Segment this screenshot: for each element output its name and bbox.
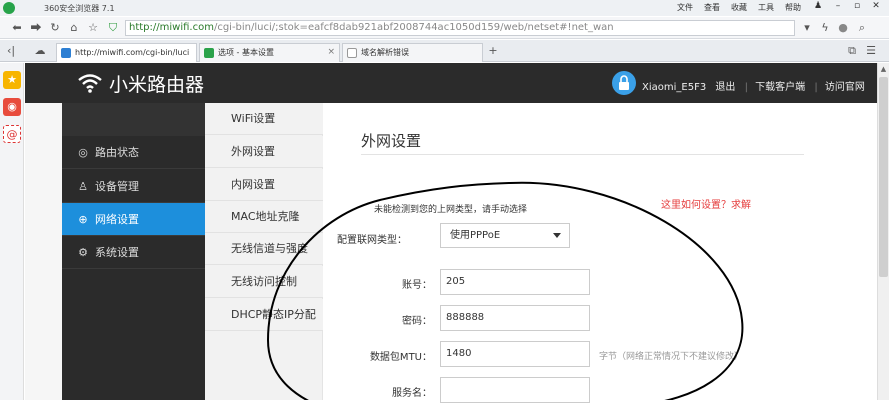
address-host: http://miwifi.com	[129, 22, 214, 33]
account-input[interactable]: 205	[440, 269, 590, 295]
browser-title: 360安全浏览器 7.1	[44, 4, 115, 13]
shield-icon: ⛉	[108, 21, 118, 34]
subnav-mac-clone[interactable]: MAC地址克隆	[205, 201, 323, 233]
dropdown-chevron-icon[interactable]: ▾	[800, 21, 814, 35]
nav-label: 网络设置	[95, 213, 139, 226]
subnav-dhcp-static[interactable]: DHCP静态IP分配	[205, 299, 323, 331]
official-site-link[interactable]: 访问官网	[825, 82, 865, 93]
connection-type-select[interactable]: 使用PPPoE	[440, 223, 570, 248]
maximize-icon[interactable]: ▫	[849, 1, 865, 14]
help-link[interactable]: 这里如何设置？求解	[661, 196, 751, 211]
download-client-link[interactable]: 下载客户端	[755, 82, 805, 93]
options-icon	[204, 48, 214, 58]
menu-view[interactable]: 查看	[704, 2, 720, 13]
mtu-label: 数据包MTU：	[369, 352, 432, 363]
main-sidebar: ◎ 路由状态 ♙ 设备管理 ⊕ 网络设置 ⚙ 系统设置	[62, 103, 205, 400]
restore-tabs-icon[interactable]: ⧉	[845, 44, 859, 58]
password-label: 密码：	[402, 316, 432, 327]
subnav-access-control[interactable]: 无线访问控制	[205, 266, 323, 298]
scroll-up-icon[interactable]: ▲	[879, 65, 888, 75]
router-header: 小米路由器 Xiaomi_E5F3 退出 | 下载客户端 | 访问官网	[25, 63, 877, 103]
scroll-thumb[interactable]	[879, 77, 888, 277]
nav-label: 路由状态	[95, 146, 139, 159]
lock-icon	[612, 71, 636, 95]
subnav-wan[interactable]: 外网设置	[205, 136, 323, 168]
menu-help[interactable]: 帮助	[785, 2, 801, 13]
sub-menu: WiFi设置 外网设置 内网设置 MAC地址克隆 无线信道与强度 无线访问控制 …	[205, 103, 323, 400]
mtu-input[interactable]: 1480	[440, 341, 590, 367]
account-label: 账号：	[402, 280, 432, 291]
star-icon[interactable]: ★	[3, 71, 21, 89]
router-brand: 小米路由器	[109, 74, 205, 96]
page-title: 外网设置	[361, 132, 422, 150]
globe-icon: ⊕	[78, 213, 88, 226]
password-input[interactable]: 888888	[440, 305, 590, 331]
tab-router[interactable]: http://miwifi.com/cgi-bin/luci	[56, 43, 197, 62]
caret-down-icon	[553, 233, 561, 238]
nav-router-status[interactable]: ◎ 路由状态	[62, 136, 205, 169]
nav-label: 设备管理	[95, 180, 139, 193]
minimize-icon[interactable]: –	[830, 1, 846, 14]
mtu-unit-hint: 字节（网络正常情况下不建议修改）	[599, 352, 744, 362]
email-icon[interactable]: @	[3, 125, 21, 143]
user-icon: ♙	[78, 180, 88, 193]
browser-navbar: ⬅ ⮕ ↻ ⌂ ☆ ⛉ http://miwifi.com/cgi-bin/lu…	[0, 17, 889, 39]
nav-label: 系统设置	[95, 246, 139, 259]
menu-file[interactable]: 文件	[677, 2, 693, 13]
page-margin	[25, 103, 62, 400]
back-arrow-icon[interactable]: ⬅	[10, 21, 24, 35]
service-input[interactable]	[440, 377, 590, 403]
scrollbar[interactable]: ▲	[877, 63, 889, 400]
main-content: 外网设置 未能检测到您的上网类型，请手动选择 这里如何设置？求解 配置联网类型：…	[323, 103, 877, 403]
collapse-sidebar-icon[interactable]: ‹|	[4, 44, 18, 58]
skin-icon[interactable]: ♟	[810, 1, 826, 14]
gear-icon: ⚙	[78, 246, 88, 259]
tab-close-icon[interactable]: ×	[327, 44, 335, 61]
search-icon[interactable]: ⌕	[855, 21, 869, 35]
tab-label: http://miwifi.com/cgi-bin/luci	[75, 48, 190, 57]
tab-label: 域名解析错误	[361, 48, 409, 57]
menu-favorites[interactable]: 收藏	[731, 2, 747, 13]
browser-sidebar: ★ ◉ @	[0, 63, 24, 400]
forward-arrow-icon[interactable]: ⮕	[29, 21, 43, 35]
tab-label: 选项 - 基本设置	[218, 48, 274, 57]
address-path: /cgi-bin/luci/;stok=eafcf8dab921abf20087…	[213, 22, 614, 33]
search-engine-icon[interactable]: ●	[836, 21, 850, 35]
page-icon	[61, 48, 71, 58]
subnav-wifi[interactable]: WiFi设置	[205, 103, 323, 135]
title-divider	[361, 154, 804, 155]
status-icon: ◎	[78, 146, 88, 159]
tab-options[interactable]: 选项 - 基本设置 ×	[199, 43, 340, 62]
service-label: 服务名：	[392, 388, 432, 399]
cloud-icon[interactable]: ☁	[33, 44, 47, 58]
tab-bar: ‹| ☁ http://miwifi.com/cgi-bin/luci 选项 -…	[0, 40, 889, 62]
sidebar-top	[62, 103, 205, 136]
nav-device-management[interactable]: ♙ 设备管理	[62, 170, 205, 203]
close-icon[interactable]: ✕	[868, 1, 884, 14]
home-icon[interactable]: ⌂	[67, 21, 81, 35]
address-bar[interactable]: http://miwifi.com/cgi-bin/luci/;stok=eaf…	[125, 20, 795, 36]
new-tab-icon[interactable]: +	[486, 44, 500, 58]
nav-network-settings[interactable]: ⊕ 网络设置	[62, 203, 205, 236]
device-name: Xiaomi_E5F3	[642, 82, 707, 93]
nav-system-settings[interactable]: ⚙ 系统设置	[62, 236, 205, 269]
browser-logo-icon	[3, 2, 15, 14]
page-icon	[347, 48, 357, 58]
tab-dns-error[interactable]: 域名解析错误	[342, 43, 483, 62]
tab-list-icon[interactable]: ☰	[864, 44, 878, 58]
browser-titlebar: 360安全浏览器 7.1 文件 查看 收藏 工具 帮助 ♟ – ▫ ✕	[0, 0, 889, 16]
logout-link[interactable]: 退出	[715, 82, 735, 93]
subnav-channel[interactable]: 无线信道与强度	[205, 233, 323, 265]
subnav-lan[interactable]: 内网设置	[205, 169, 323, 201]
type-label: 配置联网类型：	[337, 235, 407, 246]
lightning-icon[interactable]: ϟ	[818, 21, 832, 35]
wifi-logo-icon	[78, 74, 102, 93]
detect-notice: 未能检测到您的上网类型，请手动选择	[374, 205, 528, 215]
weibo-icon[interactable]: ◉	[3, 98, 21, 116]
header-links: Xiaomi_E5F3 退出 | 下载客户端 | 访问官网	[642, 82, 865, 93]
favorite-star-icon[interactable]: ☆	[86, 21, 100, 35]
menu-tools[interactable]: 工具	[758, 2, 774, 13]
reload-icon[interactable]: ↻	[48, 21, 62, 35]
select-value: 使用PPPoE	[450, 230, 501, 241]
